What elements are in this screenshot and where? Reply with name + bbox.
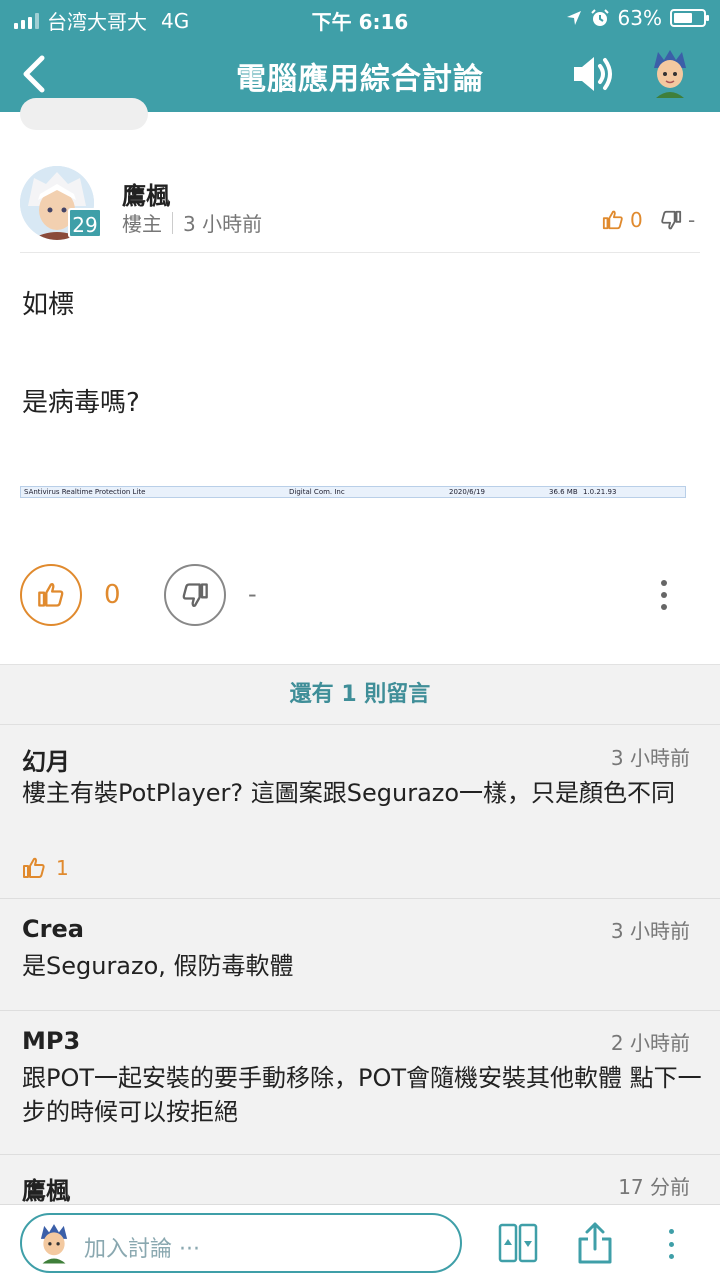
screenshot-app-name: SAntivirus Realtime Protection Lite bbox=[24, 488, 146, 496]
comment-author[interactable]: Crea bbox=[22, 915, 84, 943]
floor-navigation-button[interactable] bbox=[498, 1223, 538, 1263]
divider bbox=[20, 252, 700, 253]
more-dot-icon bbox=[661, 604, 667, 610]
avatar-icon bbox=[654, 50, 686, 98]
reply-input-placeholder: 加入討論 ··· bbox=[84, 1237, 200, 1262]
more-dot-icon bbox=[668, 1229, 674, 1234]
author-meta: 樓主 3 小時前 bbox=[122, 208, 262, 237]
bottom-more-button[interactable] bbox=[666, 1229, 676, 1259]
share-icon bbox=[578, 1222, 612, 1264]
header-dislike-count: - bbox=[688, 208, 696, 232]
avatar-icon bbox=[40, 1224, 68, 1264]
meta-divider bbox=[172, 211, 173, 234]
user-avatar bbox=[36, 1219, 72, 1267]
comment-like-count: 1 bbox=[56, 856, 69, 880]
more-dot-icon bbox=[661, 580, 667, 586]
author-role: 樓主 bbox=[122, 212, 162, 236]
comment-time: 3 小時前 bbox=[610, 919, 690, 943]
more-dot-icon bbox=[661, 592, 667, 598]
comment-item: 鷹楓 17 分前 bbox=[0, 1155, 720, 1205]
thumbs-up-icon bbox=[602, 210, 623, 230]
alarm-clock-icon bbox=[590, 9, 609, 26]
comment-text: 跟POT一起安裝的要手動移除，POT會隨機安裝其他軟體 點下一步的時候可以按拒絕 bbox=[22, 1064, 702, 1126]
screenshot-version: 1.0.21.93 bbox=[583, 488, 617, 496]
post-body-line: 如標 bbox=[22, 290, 75, 320]
share-button[interactable] bbox=[576, 1221, 614, 1265]
post-more-button[interactable] bbox=[658, 580, 670, 610]
comment-item: MP3 2 小時前 跟POT一起安裝的要手動移除，POT會隨機安裝其他軟體 點下… bbox=[0, 1011, 720, 1155]
header-like-button[interactable]: 0 bbox=[602, 208, 643, 232]
status-bar: 台湾大哥大 4G 下午 6:16 63% bbox=[0, 0, 720, 36]
scrolled-tag-chip bbox=[20, 98, 148, 130]
speaker-icon bbox=[574, 57, 612, 91]
post-time: 3 小時前 bbox=[183, 212, 263, 236]
thumbs-down-icon bbox=[661, 210, 682, 230]
bottom-bar: 加入討論 ··· bbox=[0, 1204, 720, 1280]
screenshot-date: 2020/6/19 bbox=[449, 488, 485, 496]
dislike-button[interactable] bbox=[164, 564, 226, 626]
comment-item: Crea 3 小時前 是Segurazo, 假防毒軟體 bbox=[0, 899, 720, 1011]
reply-input[interactable]: 加入討論 ··· bbox=[20, 1213, 462, 1273]
comment-author[interactable]: 鷹楓 bbox=[22, 1171, 70, 1206]
header-dislike-button[interactable]: - bbox=[660, 208, 695, 232]
thumbs-up-icon bbox=[23, 857, 45, 878]
thumbs-up-icon bbox=[38, 583, 64, 607]
author-name[interactable]: 鷹楓 bbox=[122, 176, 170, 211]
comments-section: 還有 1 則留言 幻月 3 小時前 樓主有裝PotPlayer? 這圖案跟Seg… bbox=[0, 664, 720, 1205]
like-button[interactable] bbox=[20, 564, 82, 626]
comment-time: 17 分前 bbox=[618, 1175, 690, 1199]
more-dot-icon bbox=[668, 1254, 674, 1259]
more-dot-icon bbox=[668, 1241, 674, 1247]
level-badge: 29 bbox=[68, 208, 102, 238]
comment-time: 3 小時前 bbox=[610, 746, 690, 770]
more-comments-link[interactable]: 還有 1 則留言 bbox=[0, 665, 720, 725]
screenshot-publisher: Digital Com. Inc bbox=[289, 488, 345, 496]
post-body-line: 是病毒嗎? bbox=[22, 388, 140, 418]
screenshot-size: 36.6 MB bbox=[549, 488, 578, 496]
comment-item: 幻月 3 小時前 樓主有裝PotPlayer? 這圖案跟Segurazo一樣，只… bbox=[0, 726, 720, 899]
like-count: 0 bbox=[104, 580, 121, 610]
thumbs-down-icon bbox=[182, 583, 208, 607]
comment-text: 是Segurazo, 假防毒軟體 bbox=[22, 952, 294, 980]
speaker-button[interactable] bbox=[570, 52, 616, 96]
post-screenshot-image[interactable]: SAntivirus Realtime Protection Lite Digi… bbox=[20, 486, 686, 498]
battery-icon bbox=[670, 9, 709, 27]
battery-percent: 63% bbox=[617, 6, 662, 30]
comment-text: 樓主有裝PotPlayer? 這圖案跟Segurazo一樣，只是顏色不同 bbox=[22, 779, 676, 807]
location-arrow-icon bbox=[566, 11, 581, 25]
comment-author[interactable]: MP3 bbox=[22, 1027, 80, 1055]
dislike-count: - bbox=[248, 580, 257, 608]
comment-author[interactable]: 幻月 bbox=[22, 742, 70, 777]
user-avatar[interactable] bbox=[648, 48, 692, 98]
floor-navigation-icon bbox=[498, 1223, 538, 1263]
header-like-count: 0 bbox=[630, 208, 643, 232]
comment-time: 2 小時前 bbox=[610, 1031, 690, 1055]
comment-like-button[interactable]: 1 bbox=[22, 856, 69, 880]
